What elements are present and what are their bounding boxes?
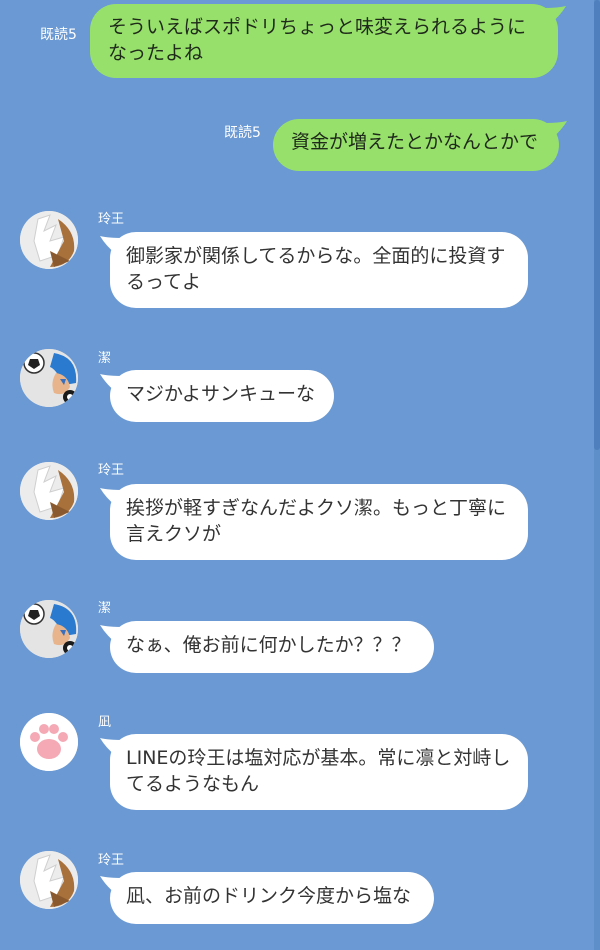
received-message-bubble[interactable]: 凪、お前のドリンク今度から塩な <box>100 872 434 924</box>
chat-area: 既読5 そういえばスポドリちょっと味変えられるようになったよね 既読5 資金が増… <box>0 0 600 950</box>
sender-name: 潔 <box>98 351 112 366</box>
reo-avatar[interactable] <box>20 211 78 269</box>
message-text: そういえばスポドリちょっと味変えられるようになったよね <box>108 16 527 64</box>
reo-avatar[interactable] <box>20 851 78 909</box>
message-text: なぁ、俺お前に何かしたか？？？ <box>126 634 411 656</box>
received-message-bubble[interactable]: マジかよサンキューな <box>100 370 334 422</box>
received-message-bubble[interactable]: 挨拶が軽すぎなんだよクソ潔。もっと丁寧に言えクソが <box>100 484 528 560</box>
message-text: 御影家が関係してるからな。全面的に投資するってよ <box>126 245 506 293</box>
sender-name: 玲王 <box>98 463 125 478</box>
scrollbar-thumb[interactable] <box>594 0 600 450</box>
received-message-bubble[interactable]: 御影家が関係してるからな。全面的に投資するってよ <box>100 232 528 308</box>
isagi-avatar-icon <box>20 349 78 407</box>
reo-avatar-icon <box>20 211 78 269</box>
bubble-tail <box>100 738 124 756</box>
sender-name: 玲王 <box>98 853 125 868</box>
scrollbar[interactable] <box>594 0 600 950</box>
sender-name: 凪 <box>98 715 112 730</box>
read-receipt: 既読5 <box>224 125 261 141</box>
bubble-tail <box>100 374 124 392</box>
paw-icon <box>20 713 78 771</box>
message-text: マジかよサンキューな <box>126 383 316 405</box>
reo-avatar[interactable] <box>20 462 78 520</box>
sent-message-bubble[interactable]: そういえばスポドリちょっと味変えられるようになったよね <box>90 4 566 78</box>
received-message-bubble[interactable]: LINEの玲王は塩対応が基本。常に凛と対峙してるようなもん <box>100 734 528 810</box>
message-text: 挨拶が軽すぎなんだよクソ潔。もっと丁寧に言えクソが <box>126 497 507 545</box>
isagi-avatar[interactable] <box>20 600 78 658</box>
sender-name: 玲王 <box>98 212 125 227</box>
bubble-tail <box>100 876 124 894</box>
message-text: 資金が増えたとかなんとかで <box>291 131 539 153</box>
message-text: LINEの玲王は塩対応が基本。常に凛と対峙してるようなもん <box>126 747 511 795</box>
sent-message-bubble[interactable]: 資金が増えたとかなんとかで <box>273 119 567 171</box>
isagi-avatar-icon <box>20 600 78 658</box>
bubble-tail <box>100 236 124 254</box>
bubble-tail <box>100 488 124 506</box>
bubble-tail <box>100 625 124 643</box>
isagi-avatar[interactable] <box>20 349 78 407</box>
received-message-bubble[interactable]: なぁ、俺お前に何かしたか？？？ <box>100 621 434 673</box>
message-text: 凪、お前のドリンク今度から塩な <box>126 885 412 907</box>
read-receipt: 既読5 <box>40 27 77 43</box>
bubble-tail <box>544 6 566 24</box>
reo-avatar-icon <box>20 462 78 520</box>
sender-name: 潔 <box>98 601 112 616</box>
nagi-avatar[interactable] <box>20 713 78 771</box>
reo-avatar-icon <box>20 851 78 909</box>
bubble-tail <box>545 121 567 139</box>
